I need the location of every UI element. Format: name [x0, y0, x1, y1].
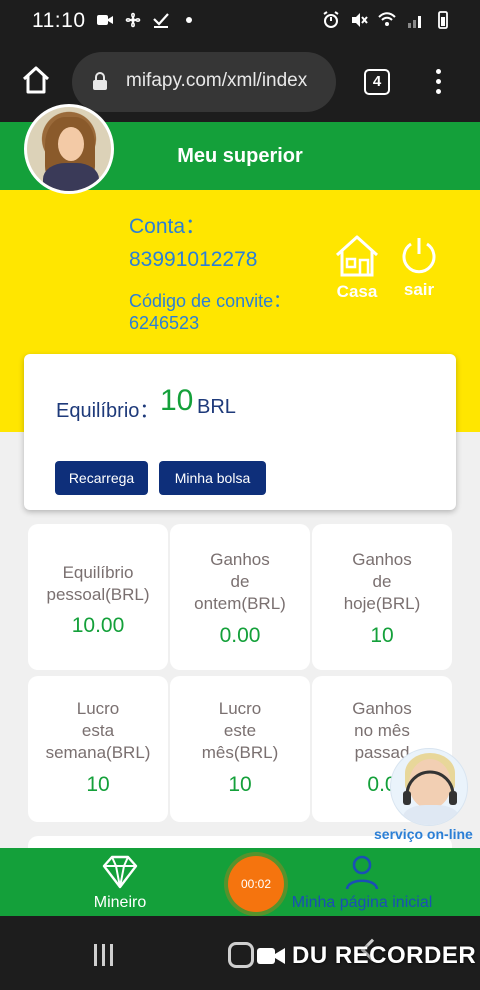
invite-code-value: 6246523 — [129, 313, 200, 333]
casa-label: Casa — [336, 282, 378, 301]
recents-icon[interactable] — [94, 944, 118, 966]
balance-unit: BRL — [197, 396, 236, 418]
account-label: Conta： — [129, 215, 207, 238]
stat-card: Lucro este mês(BRL) 10 — [170, 676, 310, 822]
dot-icon — [186, 17, 192, 23]
avatar — [24, 104, 114, 194]
stat-value: 10.00 — [71, 614, 125, 637]
nav-home-page[interactable]: Minha página inicial — [282, 854, 442, 912]
user-icon — [345, 855, 379, 890]
stat-value: 0.00 — [219, 624, 261, 647]
online-support-label: serviço on-line — [374, 826, 473, 842]
home-nav-icon[interactable] — [228, 942, 254, 968]
recorder-watermark: DU RECORDER — [256, 942, 476, 970]
fan-icon — [125, 12, 141, 28]
sair-label: sair — [403, 280, 435, 299]
balance-label: Equilíbrio： — [56, 400, 160, 422]
balance-card: Equilíbrio： 10 BRL Recarrega Minha bolsa — [24, 354, 456, 510]
status-left-icons — [96, 11, 198, 29]
recording-timer-button[interactable]: 00:02 — [228, 856, 284, 912]
signal-icon — [408, 16, 421, 28]
mute-icon — [352, 13, 368, 27]
status-right-icons — [322, 11, 452, 29]
stat-label: Ganhos de hoje(BRL) — [343, 550, 421, 613]
logout-button[interactable]: sair — [396, 234, 442, 300]
home-icon[interactable] — [20, 64, 52, 96]
tab-switcher-button[interactable]: 4 — [364, 69, 390, 95]
online-support-button[interactable] — [390, 748, 468, 826]
video-camera-icon — [97, 15, 113, 25]
stat-label: Ganhos de ontem(BRL) — [194, 550, 286, 613]
stat-card: Ganhos de hoje(BRL) 10 — [312, 524, 452, 670]
invite-code-label: Código de convite： — [129, 291, 292, 311]
alarm-icon — [323, 11, 339, 28]
url-text: mifapy.com/xml/index — [126, 70, 308, 91]
watermark-text: DU RECORDER — [292, 942, 477, 969]
casa-button[interactable]: Casa — [331, 234, 383, 302]
lock-icon — [93, 72, 107, 90]
diamond-icon — [102, 855, 138, 889]
stat-value: 10 — [370, 624, 394, 647]
address-bar[interactable]: mifapy.com/xml/index — [72, 52, 336, 112]
nav-mineiro[interactable]: Mineiro — [88, 854, 152, 912]
stat-card: Ganhos de ontem(BRL) 0.00 — [170, 524, 310, 670]
check-icon — [153, 13, 169, 28]
overflow-menu-icon[interactable] — [426, 66, 450, 98]
battery-icon — [438, 11, 448, 29]
stat-value: 10 — [228, 773, 252, 796]
stat-label: Equilíbrio pessoal(BRL) — [46, 563, 150, 604]
account-number: 83991012278 — [129, 248, 258, 271]
camera-icon — [257, 948, 285, 964]
nav-mineiro-label: Mineiro — [93, 894, 147, 911]
balance-value: 10 — [160, 384, 194, 417]
house-icon — [335, 235, 379, 277]
recharge-button[interactable]: Recarrega — [55, 461, 148, 495]
stat-value: 10 — [86, 773, 110, 796]
stat-card: Equilíbrio pessoal(BRL) 10.00 — [28, 524, 168, 670]
stat-label: Lucro esta semana(BRL) — [45, 699, 151, 762]
wifi-icon — [378, 12, 396, 26]
stat-card: Lucro esta semana(BRL) 10 — [28, 676, 168, 822]
power-icon — [402, 238, 436, 274]
status-time: 11:10 — [32, 9, 86, 32]
wallet-button[interactable]: Minha bolsa — [159, 461, 266, 495]
status-bar: 11:10 — [0, 0, 480, 44]
headset-icon — [403, 770, 457, 805]
nav-inicial-label: Minha página inicial — [291, 894, 433, 911]
system-navigation-bar: DU RECORDER — [0, 916, 480, 990]
stat-label: Lucro este mês(BRL) — [201, 699, 279, 762]
